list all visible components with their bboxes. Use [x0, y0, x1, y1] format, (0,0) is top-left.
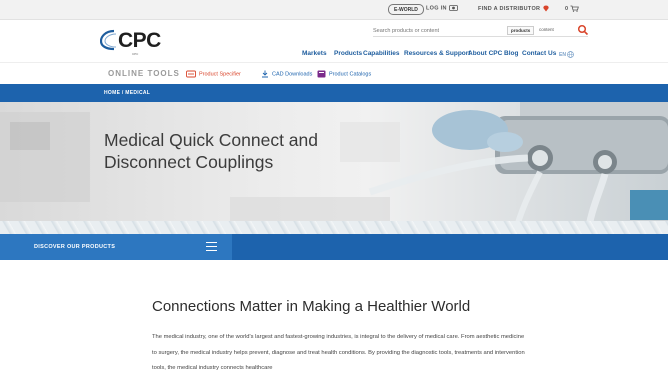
breadcrumb[interactable]: HOME / MEDICAL	[104, 90, 150, 96]
nav-contact[interactable]: Contact Us	[522, 50, 556, 57]
tool-product-catalogs[interactable]: Product Catalogs	[317, 70, 371, 78]
language-selector[interactable]: EN	[559, 51, 575, 58]
logo-text: CPC	[118, 29, 161, 52]
login-label: LOG IN	[426, 5, 447, 12]
cart-count: 0	[565, 5, 569, 12]
tool-cad-downloads-label: CAD Downloads	[272, 71, 313, 78]
cad-icon	[262, 70, 268, 78]
map-pin-icon	[543, 5, 549, 12]
search-box: products content	[373, 24, 589, 37]
cart-link[interactable]: 0	[565, 5, 580, 12]
hero-banner: Medical Quick Connect and Disconnect Cou…	[0, 102, 668, 234]
search-option-products[interactable]: products	[507, 26, 535, 35]
hero-title: Medical Quick Connect and Disconnect Cou…	[104, 130, 318, 172]
specifier-icon	[186, 70, 196, 78]
menu-icon[interactable]	[206, 242, 217, 251]
nav-capabilities[interactable]: Capabilities	[363, 50, 399, 57]
cart-icon	[570, 5, 580, 12]
nav-blog[interactable]: Blog	[504, 50, 518, 57]
discover-products-label: DISCOVER OUR PRODUCTS	[34, 244, 116, 250]
tool-cad-downloads[interactable]: CAD Downloads	[261, 70, 312, 78]
tool-product-specifier[interactable]: Product Specifier	[186, 70, 241, 78]
online-tools-bar: ONLINE TOOLS Product Specifier CAD Downl…	[0, 62, 668, 84]
nav-products[interactable]: Products	[334, 50, 362, 57]
search-icon[interactable]	[577, 24, 589, 36]
tool-product-catalogs-label: Product Catalogs	[329, 71, 372, 78]
globe-icon	[567, 51, 575, 58]
section-heading: Connections Matter in Making a Healthier…	[152, 298, 471, 315]
utility-bar: E-WORLD LOG IN FIND A DISTRIBUTOR 0	[0, 0, 668, 20]
section-body: The medical industry, one of the world's…	[152, 334, 525, 371]
user-icon	[448, 5, 458, 11]
nav-markets[interactable]: Markets	[302, 50, 327, 57]
eworld-link[interactable]: E-WORLD	[388, 4, 424, 15]
catalog-icon	[317, 70, 326, 78]
online-tools-title: ONLINE TOOLS	[108, 69, 180, 78]
find-distributor-link[interactable]: FIND A DISTRIBUTOR	[478, 5, 550, 12]
tool-product-specifier-label: Product Specifier	[199, 71, 241, 78]
nav-about[interactable]: About CPC	[468, 50, 502, 57]
discover-bar: DISCOVER OUR PRODUCTS	[0, 234, 668, 260]
language-label: EN	[559, 51, 566, 58]
breadcrumb-bar: HOME / MEDICAL	[0, 84, 668, 102]
search-option-content[interactable]: content	[539, 27, 554, 32]
logo-swoosh-icon	[100, 29, 117, 51]
nav-resources-support[interactable]: Resources & Support	[404, 50, 470, 57]
hero-pattern-band	[0, 221, 668, 234]
find-distributor-label: FIND A DISTRIBUTOR	[478, 5, 541, 12]
login-link[interactable]: LOG IN	[426, 5, 458, 11]
search-input[interactable]	[373, 25, 493, 36]
cpc-logo[interactable]: CPC CPC	[100, 29, 180, 56]
site-header: CPC CPC products content Markets Product…	[0, 20, 668, 62]
discover-products-toggle[interactable]: DISCOVER OUR PRODUCTS	[0, 234, 232, 260]
logo-tagline: CPC	[132, 52, 139, 56]
